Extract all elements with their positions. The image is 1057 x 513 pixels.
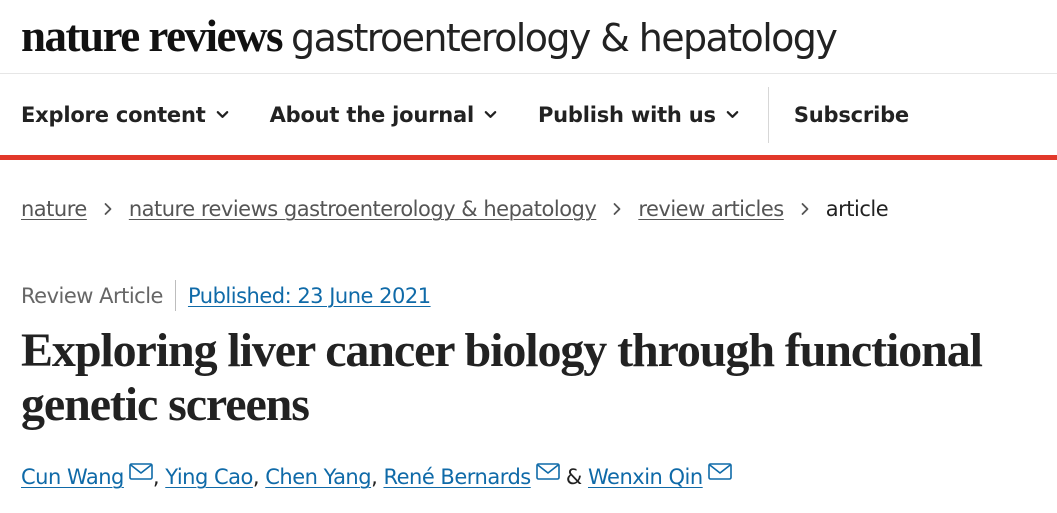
article-type: Review Article (21, 283, 163, 308)
chevron-right-icon (613, 203, 621, 215)
chevron-down-icon (484, 111, 497, 118)
main-nav: Explore content About the journal Publis… (0, 74, 1057, 160)
mail-icon[interactable] (535, 462, 560, 480)
nav-explore-content[interactable]: Explore content (21, 103, 230, 127)
meta-divider (174, 280, 176, 311)
author-link[interactable]: René Bernards (383, 465, 531, 489)
nav-about-label: About the journal (269, 102, 475, 127)
article-title-line-2: genetic screens (21, 378, 310, 431)
chevron-right-icon (801, 203, 809, 215)
breadcrumb-current: article (825, 197, 889, 221)
published-date-link[interactable]: Published: 23 June 2021 (188, 284, 431, 308)
author-separator: , (152, 465, 160, 489)
author-link[interactable]: Wenxin Qin (588, 465, 703, 489)
article-title-line-1: Exploring liver cancer biology through f… (21, 324, 983, 377)
author-list: Cun Wang , Ying Cao , Chen Yang , René B… (21, 462, 732, 489)
breadcrumb-nature[interactable]: nature (21, 197, 87, 221)
breadcrumb-journal[interactable]: nature reviews gastroenterology & hepato… (129, 197, 597, 221)
nav-explore-label: Explore content (21, 102, 206, 127)
author-and-separator: & (565, 465, 582, 489)
breadcrumb-review-articles[interactable]: review articles (638, 197, 784, 221)
article-title: Exploring liver cancer biology through f… (21, 324, 1051, 432)
chevron-down-icon (726, 111, 739, 118)
author-link[interactable]: Chen Yang (265, 465, 371, 489)
nav-about-journal[interactable]: About the journal (270, 103, 498, 127)
chevron-right-icon (104, 203, 112, 215)
masthead: nature reviews gastroenterology & hepato… (0, 0, 1057, 74)
mail-icon[interactable] (707, 462, 732, 480)
nav-subscribe[interactable]: Subscribe (794, 103, 909, 127)
brand-journal-name: gastroenterology & hepatology (291, 16, 838, 60)
article-meta: Review Article Published: 23 June 2021 (21, 280, 431, 311)
breadcrumb: nature nature reviews gastroenterology &… (21, 197, 889, 221)
author-link[interactable]: Ying Cao (165, 465, 253, 489)
brand-nature-reviews: nature reviews (21, 11, 284, 61)
nav-publish-label: Publish with us (537, 102, 716, 127)
nav-publish-with-us[interactable]: Publish with us (538, 103, 740, 127)
journal-logo[interactable]: nature reviews gastroenterology & hepato… (21, 11, 838, 61)
nav-subscribe-label: Subscribe (793, 102, 909, 127)
author-separator: , (371, 465, 378, 489)
nav-divider (767, 86, 769, 143)
mail-icon[interactable] (129, 462, 153, 480)
author-link[interactable]: Cun Wang (21, 465, 124, 489)
author-separator: , (252, 465, 260, 489)
chevron-down-icon (216, 111, 228, 118)
